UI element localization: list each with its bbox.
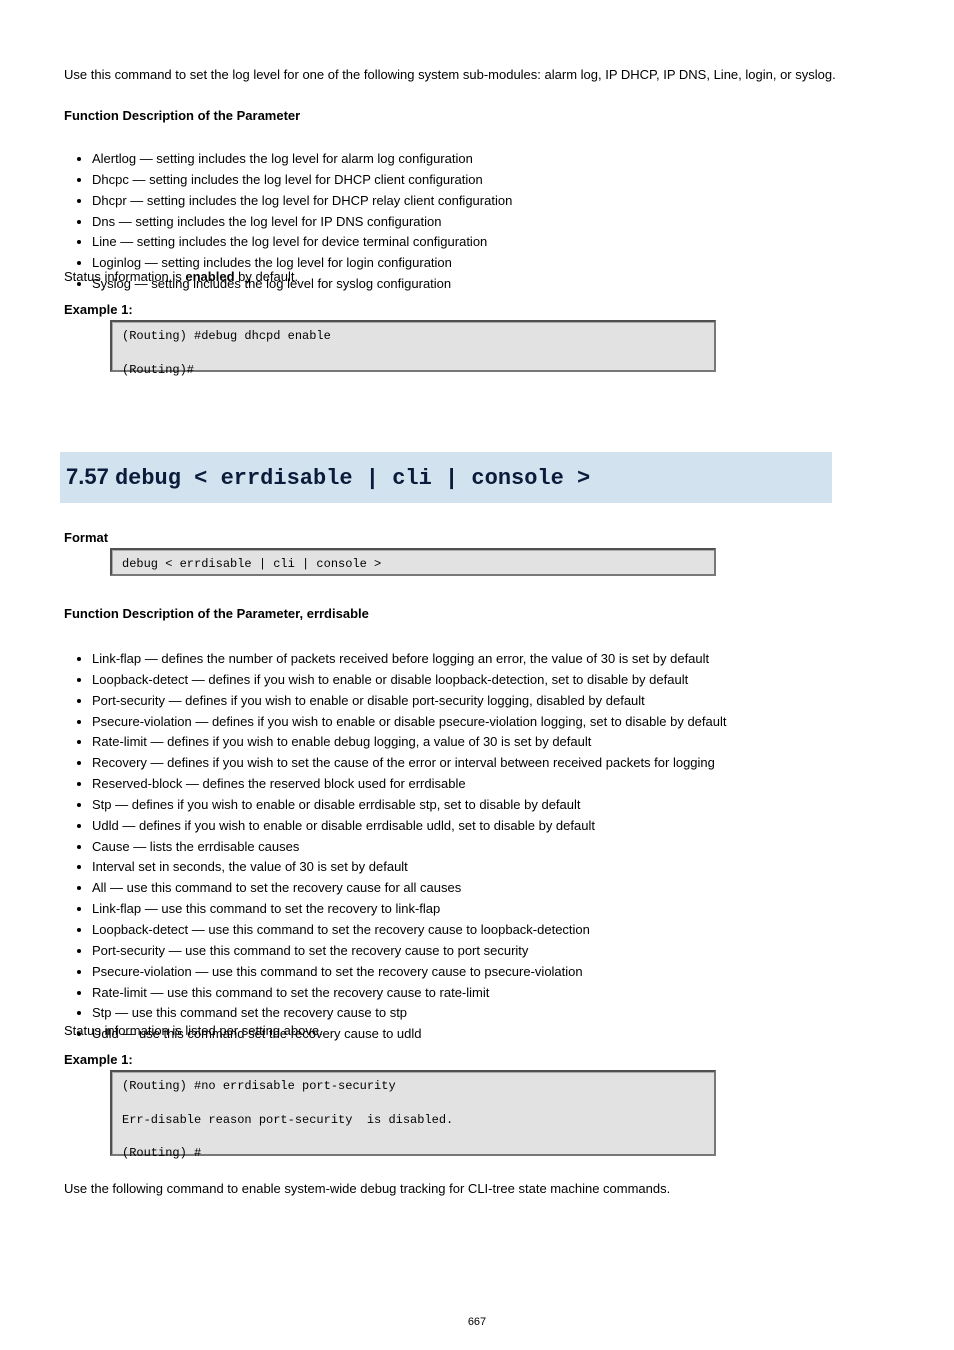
list-item: Loopback-detect — use this command to se… [92,921,884,940]
list-item: Stp — use this command set the recovery … [92,1004,884,1023]
list-item: Psecure-violation — defines if you wish … [92,713,884,732]
example-3-title: Example 1: [64,1052,133,1067]
status-suffix: by default. [235,269,299,284]
list-item: All — use this command to set the recove… [92,879,884,898]
subheading-function-description-1: Function Description of the Parameter [64,108,856,123]
list-item: Link-flap — use this command to set the … [92,900,884,919]
paragraph-status-2: Status information is listed per setting… [64,1022,856,1040]
list-item: Port-security — use this command to set … [92,942,884,961]
paragraph-intro: Use this command to set the log level fo… [64,66,856,84]
list-item: Stp — defines if you wish to enable or d… [92,796,884,815]
section-heading-number: 7.57 [66,464,109,489]
status-prefix: Status information is [64,269,185,284]
subheading-function-description-2: Function Description of the Parameter, e… [64,606,856,621]
list-item: Link-flap — defines the number of packet… [92,650,884,669]
format-code-box: debug < errdisable | cli | console > [110,548,716,576]
list-item: Loopback-detect — defines if you wish to… [92,671,884,690]
example-1-title: Example 1: [64,302,133,317]
list-item: Dns — setting includes the log level for… [92,213,884,232]
page-number: 667 [0,1316,954,1328]
list-item: Dhcpc — setting includes the log level f… [92,171,884,190]
list-item: Alertlog — setting includes the log leve… [92,150,884,169]
list-item: Reserved-block — defines the reserved bl… [92,775,884,794]
list-item: Psecure-violation — use this command to … [92,963,884,982]
list-item: Port-security — defines if you wish to e… [92,692,884,711]
section-heading-bar: 7.57 debug < errdisable | cli | console … [60,452,832,503]
format-title: Format [64,530,108,545]
list-item: Rate-limit — defines if you wish to enab… [92,733,884,752]
example-1-code-box: (Routing) #debug dhcpd enable (Routing)# [110,320,716,372]
document-page: { "top_paragraph": "Use this command to … [0,0,954,1350]
bullet-list-2: Link-flap — defines the number of packet… [64,650,884,1046]
status-bold: enabled [185,269,234,284]
list-item: Interval set in seconds, the value of 30… [92,858,884,877]
list-item: Rate-limit — use this command to set the… [92,984,884,1003]
example-3-code-box: (Routing) #no errdisable port-security E… [110,1070,716,1156]
paragraph-status-1: Status information is enabled by default… [64,268,856,286]
list-item: Dhcpr — setting includes the log level f… [92,192,884,211]
section-heading-text: debug < errdisable | cli | console > [115,466,590,491]
list-item: Recovery — defines if you wish to set th… [92,754,884,773]
list-item: Line — setting includes the log level fo… [92,233,884,252]
list-item: Cause — lists the errdisable causes [92,838,884,857]
paragraph-after-example-3: Use the following command to enable syst… [64,1180,856,1198]
list-item: Udld — defines if you wish to enable or … [92,817,884,836]
